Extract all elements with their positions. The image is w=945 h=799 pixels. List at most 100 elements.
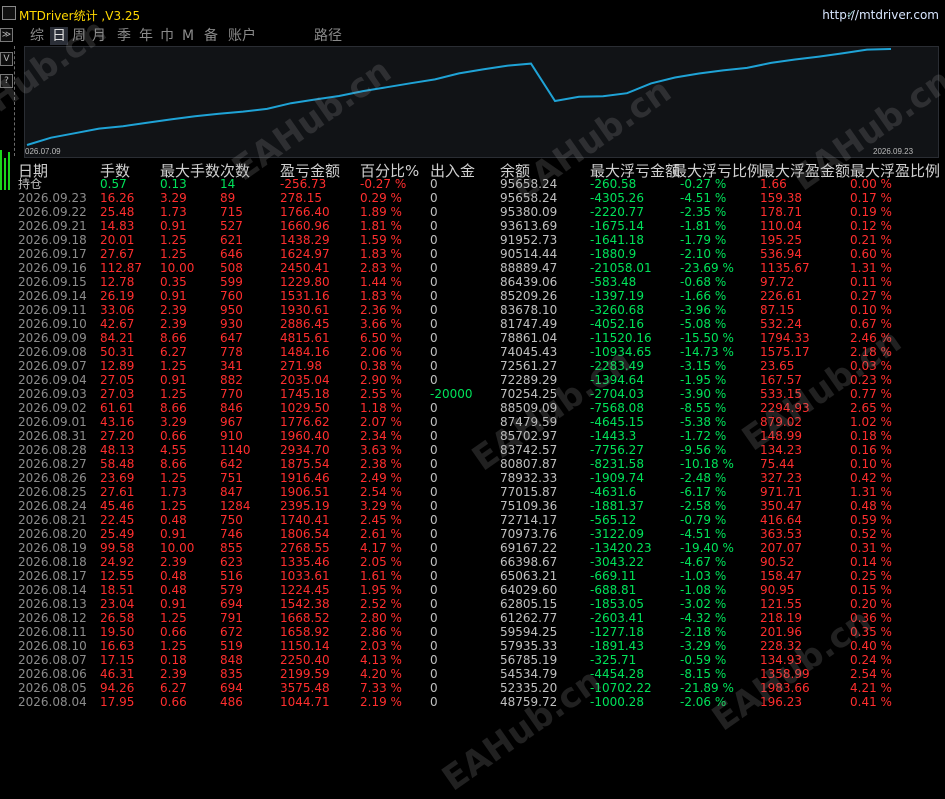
table-row[interactable]: 2026.09.16 112.87 10.00 508 2450.41 2.83 % 0 88… xyxy=(18,261,945,275)
cell-7: 75109.36 xyxy=(500,499,558,513)
cell-3: 950 xyxy=(220,303,243,317)
cell-1: 23.69 xyxy=(100,471,135,485)
cell-3: 516 xyxy=(220,569,243,583)
cell-8: -565.12 xyxy=(590,513,637,527)
cell-1: 16.63 xyxy=(100,639,135,653)
app-menu-icon[interactable] xyxy=(2,6,16,20)
tab-6[interactable]: 巾 xyxy=(160,27,174,45)
table-row[interactable]: 2026.08.07 17.15 0.18 848 2250.40 4.13 % 0 5678… xyxy=(18,653,945,667)
tab-1[interactable]: 日 xyxy=(50,27,68,45)
table-row[interactable]: 2026.08.06 46.31 2.39 835 2199.59 4.20 % 0 5453… xyxy=(18,667,945,681)
table-row[interactable]: 2026.09.23 16.26 3.29 89 278.15 0.29 % 0 95658.… xyxy=(18,191,945,205)
table-row[interactable]: 2026.08.17 12.55 0.48 516 1033.61 1.61 % 0 6506… xyxy=(18,569,945,583)
table-row[interactable]: 2026.09.14 26.19 0.91 760 1531.16 1.83 % 0 8520… xyxy=(18,289,945,303)
cell-11: 0.03 % xyxy=(850,359,892,373)
table-row[interactable]: 2026.08.11 19.50 0.66 672 1658.92 2.86 % 0 5959… xyxy=(18,625,945,639)
cell-9: -1.66 % xyxy=(680,289,727,303)
cell-11: 0.16 % xyxy=(850,443,892,457)
table-row[interactable]: 2026.09.01 43.16 3.29 967 1776.62 2.07 % 0 8747… xyxy=(18,415,945,429)
tab-8[interactable]: 备 xyxy=(204,27,218,45)
table-row[interactable]: 2026.09.22 25.48 1.73 715 1766.40 1.89 % 0 9538… xyxy=(18,205,945,219)
table-row[interactable]: 2026.09.03 27.03 1.25 770 1745.18 2.55 % -2000… xyxy=(18,387,945,401)
summary-row[interactable]: 持仓 0.57 0.13 14 -256.73 -0.27 % 0 95658.24 -260.… xyxy=(18,177,945,191)
expand-button[interactable]: ≫ xyxy=(0,28,13,42)
tab-4[interactable]: 季 xyxy=(117,27,131,45)
cell-6: 0 xyxy=(430,471,438,485)
site-link[interactable]: http://mtdriver.com xyxy=(822,8,939,22)
table-row[interactable]: 2026.08.27 58.48 8.66 642 1875.54 2.38 % 0 8080… xyxy=(18,457,945,471)
cell-10: 90.52 xyxy=(760,555,795,569)
tab-2[interactable]: 周 xyxy=(72,27,86,45)
cell-10: 75.44 xyxy=(760,457,795,471)
cell-8: -21058.01 xyxy=(590,261,652,275)
cell-5: 2.49 % xyxy=(360,471,402,485)
tab-9[interactable]: 账户 xyxy=(228,27,256,45)
cell-2: 1.25 xyxy=(160,247,187,261)
tab-7[interactable]: M xyxy=(182,27,194,45)
tab-0[interactable]: 综 xyxy=(30,27,44,45)
cell-11: 0.10 % xyxy=(850,457,892,471)
table-row[interactable]: 2026.08.14 18.51 0.48 579 1224.45 1.95 % 0 6402… xyxy=(18,583,945,597)
table-row[interactable]: 2026.08.19 99.58 10.00 855 2768.55 4.17 % 0 691… xyxy=(18,541,945,555)
table-row[interactable]: 2026.08.20 25.49 0.91 746 1806.54 2.61 % 0 7097… xyxy=(18,527,945,541)
cell-4: 2199.59 xyxy=(280,667,330,681)
table-row[interactable]: 2026.09.21 14.83 0.91 527 1660.96 1.81 % 0 9361… xyxy=(18,219,945,233)
table-row[interactable]: 2026.09.10 42.67 2.39 930 2886.45 3.66 % 0 8174… xyxy=(18,317,945,331)
cell-6: 0 xyxy=(430,527,438,541)
table-row[interactable]: 2026.09.02 61.61 8.66 846 1029.50 1.18 % 0 8850… xyxy=(18,401,945,415)
cell-9: -6.17 % xyxy=(680,485,727,499)
cell-11: 0.36 % xyxy=(850,611,892,625)
table-row[interactable]: 2026.08.25 27.61 1.73 847 1906.51 2.54 % 0 7701… xyxy=(18,485,945,499)
cell-8: -1394.64 xyxy=(590,373,644,387)
tab-10[interactable]: 路径 xyxy=(314,27,342,45)
cell-3: 672 xyxy=(220,625,243,639)
tab-3[interactable]: 月 xyxy=(92,27,106,45)
table-row[interactable]: 2026.09.17 27.67 1.25 646 1624.97 1.83 % 0 9051… xyxy=(18,247,945,261)
cell-4: 2450.41 xyxy=(280,261,330,275)
table-row[interactable]: 2026.08.26 23.69 1.25 751 1916.46 2.49 % 0 7893… xyxy=(18,471,945,485)
cell-6: 0 xyxy=(430,191,438,205)
cell-4: 1960.40 xyxy=(280,429,330,443)
cell-7: 93613.69 xyxy=(500,219,558,233)
table-row[interactable]: 2026.09.09 84.21 8.66 647 4815.61 6.50 % 0 7886… xyxy=(18,331,945,345)
cell-3: 835 xyxy=(220,667,243,681)
cell-1: 25.48 xyxy=(100,205,135,219)
table-row[interactable]: 2026.08.13 23.04 0.91 694 1542.38 2.52 % 0 6280… xyxy=(18,597,945,611)
table-row[interactable]: 2026.09.18 20.01 1.25 621 1438.29 1.59 % 0 9195… xyxy=(18,233,945,247)
cell-7: 61262.77 xyxy=(500,611,558,625)
cell-7: 81747.49 xyxy=(500,317,558,331)
cell-2: 1.25 xyxy=(160,499,187,513)
cell-1: 84.21 xyxy=(100,331,135,345)
cell-5: 3.63 % xyxy=(360,443,402,457)
table-row[interactable]: 2026.08.24 45.46 1.25 1284 2395.19 3.29 % 0 751… xyxy=(18,499,945,513)
cell-2: 1.25 xyxy=(160,471,187,485)
table-row[interactable]: 2026.08.28 48.13 4.55 1140 2934.70 3.63 % 0 837… xyxy=(18,443,945,457)
toggle-v-button[interactable]: V xyxy=(0,52,13,66)
cell-10: 533.15 xyxy=(760,387,802,401)
tab-5[interactable]: 年 xyxy=(139,27,153,45)
cell-9: -2.18 % xyxy=(680,625,727,639)
cell-5: 2.19 % xyxy=(360,695,402,709)
table-row[interactable]: 2026.08.31 27.20 0.66 910 1960.40 2.34 % 0 8570… xyxy=(18,429,945,443)
table-row[interactable]: 2026.09.15 12.78 0.35 599 1229.80 1.44 % 0 8643… xyxy=(18,275,945,289)
table-row[interactable]: 2026.09.08 50.31 6.27 778 1484.16 2.06 % 0 7404… xyxy=(18,345,945,359)
cell-1: 46.31 xyxy=(100,667,135,681)
table-row[interactable]: 2026.09.11 33.06 2.39 950 1930.61 2.36 % 0 8367… xyxy=(18,303,945,317)
cell-0: 2026.08.04 xyxy=(18,695,87,709)
table-row[interactable]: 2026.08.18 24.92 2.39 623 1335.46 2.05 % 0 6639… xyxy=(18,555,945,569)
table-row[interactable]: 2026.08.21 22.45 0.48 750 1740.41 2.45 % 0 7271… xyxy=(18,513,945,527)
cell-7: 64029.60 xyxy=(500,583,558,597)
table-row[interactable]: 2026.08.12 26.58 1.25 791 1668.52 2.80 % 0 6126… xyxy=(18,611,945,625)
cell-10: 121.55 xyxy=(760,597,802,611)
table-row[interactable]: 2026.09.07 12.89 1.25 341 271.98 0.38 % 0 72561… xyxy=(18,359,945,373)
table-row[interactable]: 2026.08.04 17.95 0.66 486 1044.71 2.19 % 0 4875… xyxy=(18,695,945,709)
table-row[interactable]: 2026.09.04 27.05 0.91 882 2035.04 2.90 % 0 7228… xyxy=(18,373,945,387)
table-row[interactable]: 2026.08.10 16.63 1.25 519 1150.14 2.03 % 0 5793… xyxy=(18,639,945,653)
cell-7: 72561.27 xyxy=(500,359,558,373)
cell-2: 0.48 xyxy=(160,583,187,597)
table-row[interactable]: 2026.08.05 94.26 6.27 694 3575.48 7.33 % 0 5233… xyxy=(18,681,945,695)
cell-1: 42.67 xyxy=(100,317,135,331)
help-button[interactable]: ? xyxy=(0,74,13,88)
cell-2: 8.66 xyxy=(160,331,187,345)
cell-2: 6.27 xyxy=(160,681,187,695)
